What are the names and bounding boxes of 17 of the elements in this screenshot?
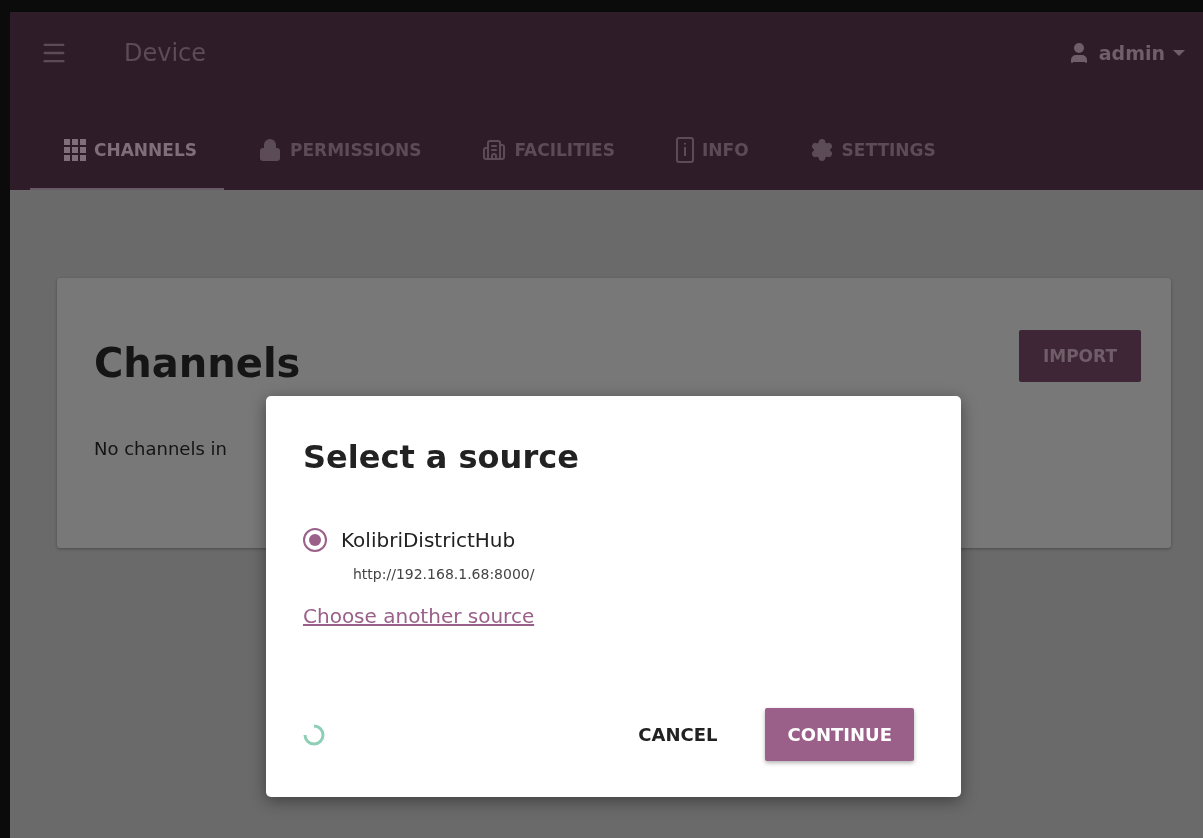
choose-source-link[interactable]: Choose another source bbox=[303, 604, 535, 628]
info-icon bbox=[675, 137, 694, 163]
cancel-button[interactable]: CANCEL bbox=[616, 708, 740, 761]
caret-icon bbox=[1173, 50, 1185, 56]
continue-button[interactable]: CONTINUE bbox=[765, 708, 914, 761]
radio-button[interactable] bbox=[303, 528, 327, 552]
card-title: Channels bbox=[94, 340, 301, 386]
nav-tab[interactable]: CHANNELS bbox=[30, 112, 224, 190]
user-menu-button[interactable]: admin bbox=[1066, 41, 1185, 65]
grid-icon bbox=[64, 139, 86, 161]
dialog-title: Select a source bbox=[303, 438, 580, 476]
source-name: KolibriDistrictHub bbox=[341, 528, 516, 552]
lock-icon bbox=[258, 138, 282, 162]
building-icon bbox=[482, 138, 507, 162]
source-url: http://192.168.1.68:8000/ bbox=[353, 566, 536, 582]
settings-icon bbox=[809, 138, 834, 162]
empty-message: No channels in bbox=[94, 438, 227, 459]
